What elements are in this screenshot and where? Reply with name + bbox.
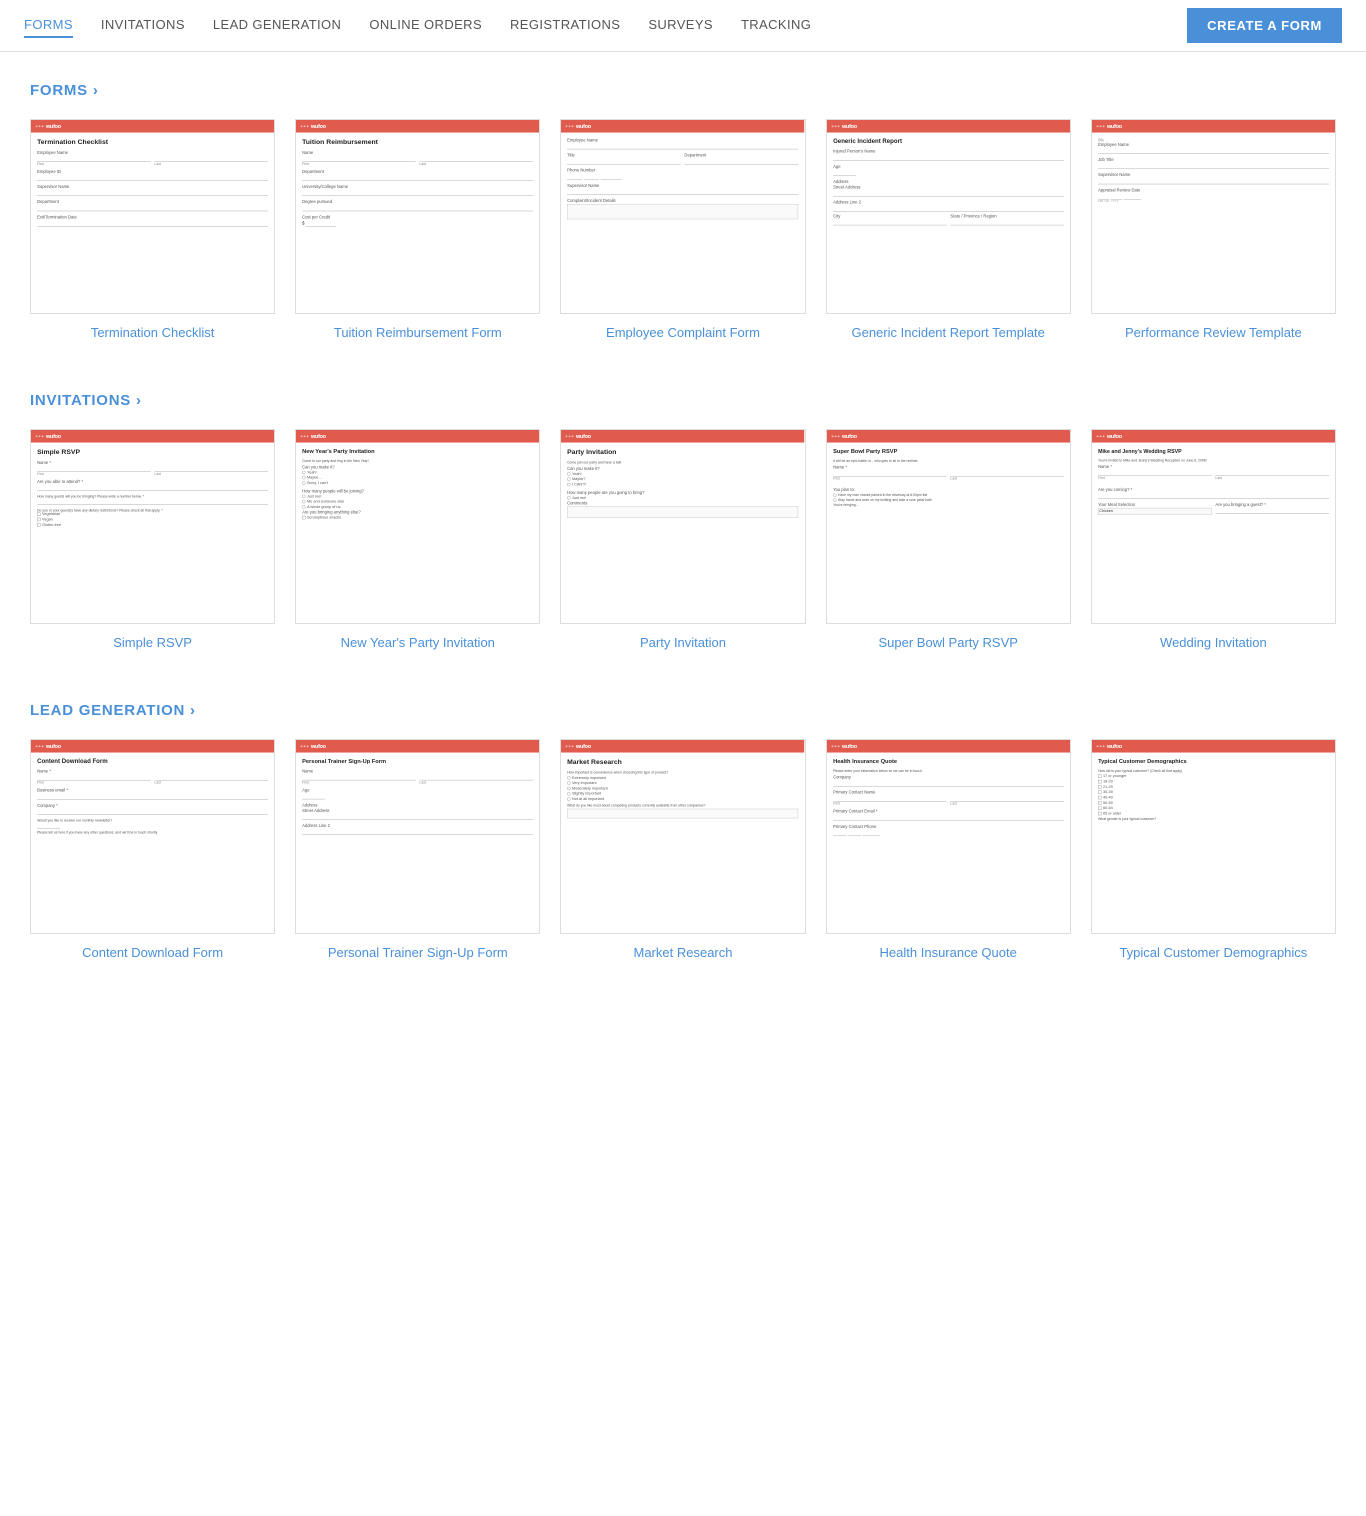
invitations-cards-grid: wufoo Simple RSVP Name * FirstLast Are y… xyxy=(30,429,1336,652)
card-label-wedding: Wedding Invitation xyxy=(1091,634,1336,652)
card-label-rsvp: Simple RSVP xyxy=(30,634,275,652)
lead-cards-grid: wufoo Content Download Form Name * First… xyxy=(30,739,1336,962)
invitations-section-title[interactable]: INVITATIONS › xyxy=(30,392,142,409)
card-label-content: Content Download Form xyxy=(30,944,275,962)
invitations-section: INVITATIONS › wufoo Simple RSVP Name * F… xyxy=(30,392,1336,652)
card-preview-superbowl: wufoo Super Bowl Party RSVP It will be a… xyxy=(826,429,1071,624)
card-label-health: Health Insurance Quote xyxy=(826,944,1071,962)
card-performance[interactable]: wufoo 0% Employee Name Job Title Supervi… xyxy=(1091,119,1336,342)
card-preview-demographics: wufoo Typical Customer Demographics How … xyxy=(1091,739,1336,934)
nav-tracking[interactable]: TRACKING xyxy=(741,13,811,38)
card-label-termination: Termination Checklist xyxy=(30,324,275,342)
card-preview-wedding: wufoo Mike and Jenny's Wedding RSVP You'… xyxy=(1091,429,1336,624)
card-preview-market: wufoo Market Research How important is c… xyxy=(560,739,805,934)
nav-registrations[interactable]: REGISTRATIONS xyxy=(510,13,620,38)
card-label-incident: Generic Incident Report Template xyxy=(826,324,1071,342)
forms-section-header: FORMS › xyxy=(30,82,1336,99)
nav-links: FORMS INVITATIONS LEAD GENERATION ONLINE… xyxy=(24,13,1187,38)
card-preview-complaint: wufoo Employee Name TitleDepartment Phon… xyxy=(560,119,805,314)
card-incident[interactable]: wufoo Generic Incident Report Injured Pe… xyxy=(826,119,1071,342)
forms-section: FORMS › wufoo Termination Checklist Empl… xyxy=(30,82,1336,342)
nav-forms[interactable]: FORMS xyxy=(24,13,73,38)
create-form-button[interactable]: CREATE A FORM xyxy=(1187,8,1342,43)
card-label-superbowl: Super Bowl Party RSVP xyxy=(826,634,1071,652)
card-demographics[interactable]: wufoo Typical Customer Demographics How … xyxy=(1091,739,1336,962)
card-trainer[interactable]: wufoo Personal Trainer Sign-Up Form Name… xyxy=(295,739,540,962)
card-preview-tuition: wufoo Tuition Reimbursement Name FirstLa… xyxy=(295,119,540,314)
card-preview-party: wufoo Party Invitation Come join our par… xyxy=(560,429,805,624)
card-label-demographics: Typical Customer Demographics xyxy=(1091,944,1336,962)
nav-lead-generation[interactable]: LEAD GENERATION xyxy=(213,13,341,38)
card-label-trainer: Personal Trainer Sign-Up Form xyxy=(295,944,540,962)
card-wedding[interactable]: wufoo Mike and Jenny's Wedding RSVP You'… xyxy=(1091,429,1336,652)
invitations-section-header: INVITATIONS › xyxy=(30,392,1336,409)
forms-cards-grid: wufoo Termination Checklist Employee Nam… xyxy=(30,119,1336,342)
card-preview-content: wufoo Content Download Form Name * First… xyxy=(30,739,275,934)
main-content: FORMS › wufoo Termination Checklist Empl… xyxy=(0,52,1366,1073)
card-party[interactable]: wufoo Party Invitation Come join our par… xyxy=(560,429,805,652)
card-tuition[interactable]: wufoo Tuition Reimbursement Name FirstLa… xyxy=(295,119,540,342)
card-preview-trainer: wufoo Personal Trainer Sign-Up Form Name… xyxy=(295,739,540,934)
lead-section-title[interactable]: LEAD GENERATION › xyxy=(30,702,196,719)
card-label-tuition: Tuition Reimbursement Form xyxy=(295,324,540,342)
lead-section-header: LEAD GENERATION › xyxy=(30,702,1336,719)
nav-invitations[interactable]: INVITATIONS xyxy=(101,13,185,38)
card-market[interactable]: wufoo Market Research How important is c… xyxy=(560,739,805,962)
card-preview-health: wufoo Health Insurance Quote Please ente… xyxy=(826,739,1071,934)
card-content[interactable]: wufoo Content Download Form Name * First… xyxy=(30,739,275,962)
card-preview-incident: wufoo Generic Incident Report Injured Pe… xyxy=(826,119,1071,314)
forms-section-title[interactable]: FORMS › xyxy=(30,82,99,99)
card-preview-termination: wufoo Termination Checklist Employee Nam… xyxy=(30,119,275,314)
main-nav: FORMS INVITATIONS LEAD GENERATION ONLINE… xyxy=(0,0,1366,52)
card-health[interactable]: wufoo Health Insurance Quote Please ente… xyxy=(826,739,1071,962)
card-termination[interactable]: wufoo Termination Checklist Employee Nam… xyxy=(30,119,275,342)
card-label-market: Market Research xyxy=(560,944,805,962)
card-superbowl[interactable]: wufoo Super Bowl Party RSVP It will be a… xyxy=(826,429,1071,652)
lead-section: LEAD GENERATION › wufoo Content Download… xyxy=(30,702,1336,962)
nav-surveys[interactable]: SURVEYS xyxy=(648,13,713,38)
card-rsvp[interactable]: wufoo Simple RSVP Name * FirstLast Are y… xyxy=(30,429,275,652)
nav-online-orders[interactable]: ONLINE ORDERS xyxy=(369,13,482,38)
card-newyear[interactable]: wufoo New Year's Party Invitation Come t… xyxy=(295,429,540,652)
card-preview-newyear: wufoo New Year's Party Invitation Come t… xyxy=(295,429,540,624)
card-label-complaint: Employee Complaint Form xyxy=(560,324,805,342)
card-preview-rsvp: wufoo Simple RSVP Name * FirstLast Are y… xyxy=(30,429,275,624)
card-preview-performance: wufoo 0% Employee Name Job Title Supervi… xyxy=(1091,119,1336,314)
card-label-performance: Performance Review Template xyxy=(1091,324,1336,342)
card-label-party: Party Invitation xyxy=(560,634,805,652)
card-complaint[interactable]: wufoo Employee Name TitleDepartment Phon… xyxy=(560,119,805,342)
card-label-newyear: New Year's Party Invitation xyxy=(295,634,540,652)
